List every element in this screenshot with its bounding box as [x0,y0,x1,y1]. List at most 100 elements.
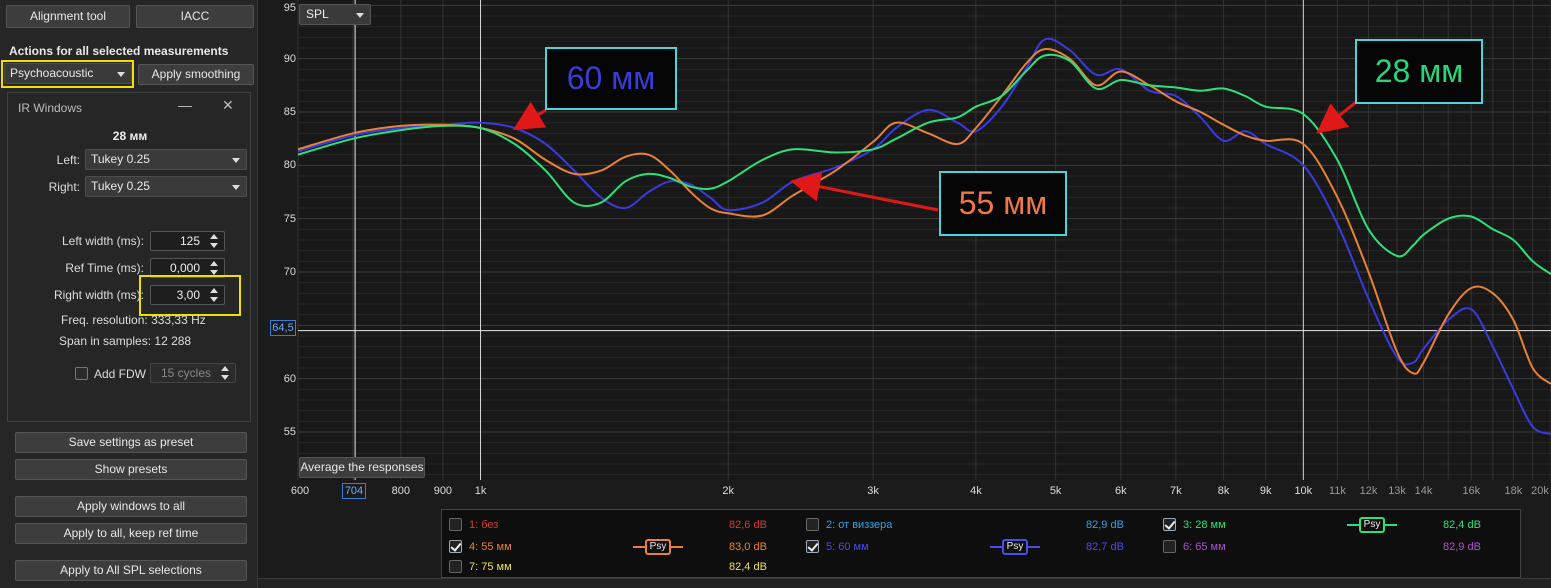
legend-value-1: 82,6 dB [729,519,767,531]
iacc-button[interactable]: IACC [136,5,254,28]
apply-windows-all-button[interactable]: Apply windows to all [15,496,247,517]
legend-value-6: 82,9 dB [1443,541,1481,553]
legend-checkbox-6[interactable] [1163,540,1176,553]
left-window-label: Left: [56,153,80,167]
cursor-y-readout: 64,5 [270,320,296,336]
x-tick-label: 900 [433,485,453,497]
freq-resolution-value: 333,33 Hz [151,313,206,327]
annotation-28mm: 28 мм [1355,39,1483,104]
spinner-arrows-icon [218,366,232,380]
freq-resolution: Freq. resolution: 333,33 Hz [61,313,206,327]
minimize-icon[interactable]: — [178,97,192,113]
legend-label-1[interactable]: 1: без [469,519,498,531]
average-responses-button[interactable]: Average the responses [299,457,425,478]
right-window-select[interactable]: Tukey 0.25 [85,176,247,197]
legend-checkbox-1[interactable] [449,518,462,531]
legend-checkbox-7[interactable] [449,560,462,573]
chevron-down-icon [232,185,240,190]
x-tick-label: 1k [474,485,487,497]
span-samples-label: Span in samples: [59,334,152,348]
cursor-x-readout: 704 [342,483,366,499]
y-tick-label: 90 [283,52,296,65]
span-samples: Span in samples: 12 288 [59,334,191,348]
left-window-value: Tukey 0.25 [91,152,150,166]
spinner-arrows-icon[interactable] [207,234,221,248]
legend-checkbox-5[interactable] [806,540,819,553]
y-tick-label: 55 [283,426,296,438]
x-tick-label: 800 [391,485,410,497]
rew-window: Alignment tool IACC Actions for all sele… [0,0,1551,588]
legend-value-3: 82,4 dB [1443,519,1481,531]
legend-label-5[interactable]: 5: 60 мм [826,541,869,553]
chevron-down-icon [356,13,364,18]
y-tick-label: 80 [283,159,296,172]
fdw-cycles-value: 15 cycles [160,366,211,380]
ref-time-value: 0,000 [169,261,200,275]
legend-label-4[interactable]: 4: 55 мм [469,541,512,553]
legend-checkbox-4[interactable] [449,540,462,553]
apply-all-spl-button[interactable]: Apply to All SPL selections [15,560,247,581]
graph-type-select[interactable]: SPL [299,4,371,25]
add-fdw-label: Add FDW [94,367,147,381]
x-tick-label: 14k [1414,485,1433,497]
legend-label-3[interactable]: 3: 28 мм [1183,519,1226,531]
left-window-select[interactable]: Tukey 0.25 [85,149,247,170]
show-presets-button[interactable]: Show presets [15,459,247,480]
x-tick-label: 6k [1114,485,1127,497]
legend-value-2: 82,9 dB [1086,519,1124,531]
legend-value-4: 83,0 dB [729,541,767,553]
graph-type-value: SPL [306,7,329,21]
span-samples-value: 12 288 [154,334,192,348]
left-width-spinner[interactable]: 125 [150,231,225,251]
legend-checkbox-3[interactable] [1163,518,1176,531]
y-tick-label: 60 [283,372,296,385]
legend-label-2[interactable]: 2: от виззера [826,519,892,531]
legend-checkbox-2[interactable] [806,518,819,531]
alignment-tool-button[interactable]: Alignment tool [6,5,130,28]
left-width-label: Left width (ms): [61,234,144,248]
psy-tag: Psy [1359,517,1385,533]
annotation-55mm: 55 мм [939,171,1067,236]
psy-badge-5: Psy [990,539,1040,555]
highlight-box [139,275,241,316]
x-tick-label: 13k [1388,485,1406,497]
close-icon[interactable]: ✕ [222,97,234,114]
x-tick-label: 16k [1462,485,1481,497]
x-tick-label: 7k [1170,485,1182,497]
legend-value-5: 82,7 dB [1086,541,1124,553]
right-window-label: Right: [48,180,80,194]
legend-label-7[interactable]: 7: 75 мм [469,561,512,573]
psy-badge-3: Psy [1347,517,1397,533]
y-tick-label: 70 [283,266,296,278]
dialog-title: IR Windows [18,101,83,115]
y-tick-label: 85 [283,106,296,118]
x-tick-label: 5k [1049,485,1062,497]
legend-value-7: 82,4 dB [729,561,767,573]
y-tick-label: 95 [283,2,296,14]
apply-smoothing-button[interactable]: Apply smoothing [138,64,254,85]
x-tick-label: 3k [867,485,879,497]
chevron-down-icon [232,158,240,163]
x-tick-label: 9k [1259,485,1272,497]
actions-label: Actions for all selected measurements [9,44,229,58]
psy-badge-4: Psy [633,539,683,555]
right-width-label: Right width (ms): [53,288,144,302]
x-tick-label: 18k [1504,485,1523,497]
legend-label-6[interactable]: 6: 65 мм [1183,541,1226,553]
fdw-cycles-spinner: 15 cycles [150,363,236,383]
x-tick-label: 4k [970,485,982,497]
psy-tag: Psy [645,539,671,555]
y-tick-label: 75 [283,212,296,225]
add-fdw-checkbox[interactable] [75,367,88,380]
x-tick-label: 12k [1359,485,1378,497]
save-preset-button[interactable]: Save settings as preset [15,432,247,453]
measurement-legend: 1: без 82,6 dB 2: от виззера 82,9 dB 3: … [441,509,1521,578]
x-tick-label: 20k [1531,485,1549,497]
freq-resolution-label: Freq. resolution: [61,313,148,327]
highlight-box [1,60,134,88]
x-tick-label: 10k [1294,485,1313,497]
x-tick-label: 2k [722,485,735,497]
spinner-arrows-icon[interactable] [207,261,221,275]
status-bar [258,578,1551,588]
apply-keep-ref-button[interactable]: Apply to all, keep ref time [15,523,247,544]
